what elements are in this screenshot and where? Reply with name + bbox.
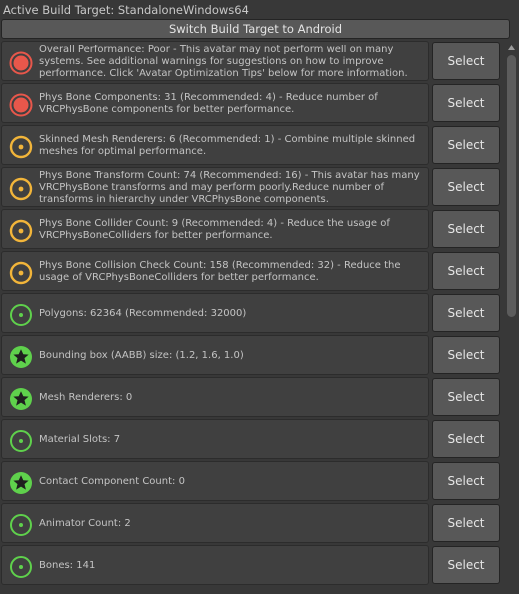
performance-message: Phys Bone Transform Count: 74 (Recommend… xyxy=(39,171,420,205)
vertical-scrollbar[interactable] xyxy=(504,41,519,594)
performance-message: Skinned Mesh Renderers: 6 (Recommended: … xyxy=(39,134,416,157)
warning-status-icon xyxy=(9,135,33,159)
performance-message: Polygons: 62364 (Recommended: 32000) xyxy=(39,308,247,319)
error-status-icon xyxy=(9,93,33,117)
performance-row: Polygons: 62364 (Recommended: 32000) xyxy=(1,293,429,333)
select-button[interactable]: Select xyxy=(432,378,500,416)
select-button[interactable]: Select xyxy=(432,126,500,164)
performance-row: Bones: 141 xyxy=(1,545,429,585)
select-button[interactable]: Select xyxy=(432,504,500,542)
excellent-star-icon xyxy=(10,472,32,494)
excellent-star-icon xyxy=(10,346,32,368)
select-button[interactable]: Select xyxy=(432,210,500,248)
performance-row: Contact Component Count: 0 xyxy=(1,461,429,501)
active-build-target-label: Active Build Target: StandaloneWindows64 xyxy=(3,3,249,17)
performance-row: Overall Performance: Poor - This avatar … xyxy=(1,41,429,81)
performance-row: Phys Bone Collision Check Count: 158 (Re… xyxy=(1,251,429,291)
good-status-icon xyxy=(10,556,32,578)
performance-row: Phys Bone Components: 31 (Recommended: 4… xyxy=(1,83,429,123)
select-button[interactable]: Select xyxy=(432,336,500,374)
select-button[interactable]: Select xyxy=(432,42,500,80)
switch-build-target-button[interactable]: Switch Build Target to Android xyxy=(1,19,510,39)
excellent-star-icon xyxy=(10,388,32,410)
good-status-icon xyxy=(10,304,32,326)
select-button[interactable]: Select xyxy=(432,462,500,500)
performance-row: Material Slots: 7 xyxy=(1,419,429,459)
performance-message: Overall Performance: Poor - This avatar … xyxy=(39,45,408,79)
scroll-up-arrow-icon[interactable] xyxy=(507,43,516,52)
performance-message: Contact Component Count: 0 xyxy=(39,476,185,487)
performance-message: Mesh Renderers: 0 xyxy=(39,392,133,403)
performance-message: Phys Bone Collision Check Count: 158 (Re… xyxy=(39,260,401,283)
good-status-icon xyxy=(10,430,32,452)
performance-message: Animator Count: 2 xyxy=(39,518,131,529)
performance-message: Bounding box (AABB) size: (1.2, 1.6, 1.0… xyxy=(39,350,244,361)
select-button[interactable]: Select xyxy=(432,420,500,458)
performance-row: Mesh Renderers: 0 xyxy=(1,377,429,417)
warning-status-icon xyxy=(9,261,33,285)
performance-row: Phys Bone Transform Count: 74 (Recommend… xyxy=(1,167,429,207)
performance-row: Animator Count: 2 xyxy=(1,503,429,543)
performance-message: Phys Bone Components: 31 (Recommended: 4… xyxy=(39,92,378,115)
select-button[interactable]: Select xyxy=(432,294,500,332)
performance-message: Bones: 141 xyxy=(39,560,96,571)
performance-row: Bounding box (AABB) size: (1.2, 1.6, 1.0… xyxy=(1,335,429,375)
select-button[interactable]: Select xyxy=(432,168,500,206)
warning-status-icon xyxy=(9,219,33,243)
select-button[interactable]: Select xyxy=(432,84,500,122)
performance-message: Phys Bone Collider Count: 9 (Recommended… xyxy=(39,218,390,241)
avatar-performance-panel: Active Build Target: StandaloneWindows64… xyxy=(0,0,519,594)
error-status-icon xyxy=(9,51,33,75)
scrollbar-thumb[interactable] xyxy=(507,55,516,317)
select-button[interactable]: Select xyxy=(432,252,500,290)
warning-status-icon xyxy=(9,177,33,201)
select-button[interactable]: Select xyxy=(432,546,500,584)
good-status-icon xyxy=(10,514,32,536)
performance-row: Skinned Mesh Renderers: 6 (Recommended: … xyxy=(1,125,429,165)
performance-message: Material Slots: 7 xyxy=(39,434,121,445)
performance-row: Phys Bone Collider Count: 9 (Recommended… xyxy=(1,209,429,249)
